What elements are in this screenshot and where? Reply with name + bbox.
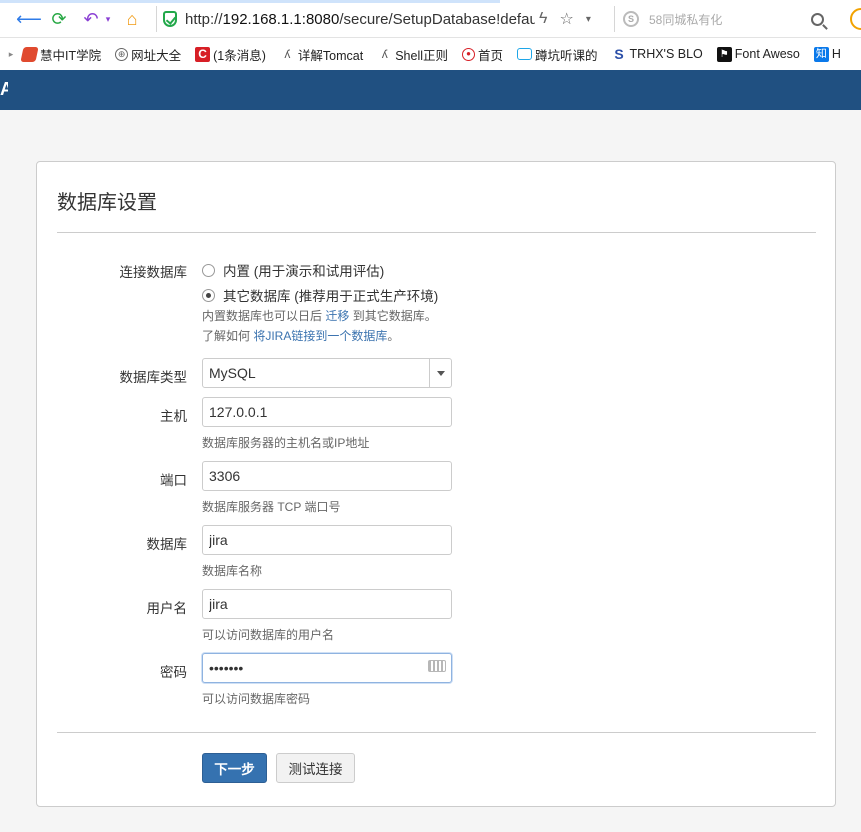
help-text: 了解如何 — [202, 329, 254, 343]
bookmarks-bar: ▸ 慧中IT学院 ⊕ 网址大全 C (1条消息) ʎ 详解Tomcat ʎ Shell正… — [0, 38, 861, 70]
database-help: 数据库名称 — [202, 564, 263, 578]
database-label: 数据库 — [146, 537, 188, 552]
back-arrow-icon[interactable]: ⟵ — [16, 8, 42, 30]
lightning-icon[interactable]: ϟ — [539, 10, 547, 28]
db-type-value: MySQL — [209, 365, 256, 381]
bookmark-item[interactable]: 知H — [813, 46, 841, 62]
undo-dropdown-icon[interactable]: ▾ — [97, 8, 119, 30]
home-icon[interactable]: ⌂ — [121, 8, 143, 30]
search-placeholder: 58同城私有化 — [649, 12, 723, 27]
chevron-down-icon[interactable] — [429, 359, 451, 387]
radio-builtin-label: 内置 (用于演示和试用评估) — [223, 264, 385, 279]
bookmark-item[interactable]: ʎ Shell正则 — [377, 45, 448, 64]
secure-shield-icon — [163, 11, 177, 27]
host-label: 主机 — [160, 409, 187, 424]
bookmarks-expand-icon[interactable]: ▸ — [0, 49, 22, 60]
url-text[interactable]: http://192.168.1.1:8080/secure/SetupData… — [185, 11, 535, 28]
database-setup-panel: 数据库设置 连接数据库 内置 (用于演示和试用评估) 其它数据库 (推荐用于正式… — [36, 161, 836, 807]
radio-other-db[interactable]: 其它数据库 (推荐用于正式生产环境) — [202, 285, 438, 305]
help-text: 到其它数据库。 — [349, 309, 437, 323]
port-input[interactable] — [202, 461, 452, 491]
bookmark-item[interactable]: ● 首页 — [462, 45, 503, 64]
weibo-icon: ● — [462, 47, 475, 61]
page-title: 数据库设置 — [57, 192, 157, 214]
bookmark-item[interactable]: 蹲坑听课的 — [517, 45, 598, 64]
url-dropdown-icon[interactable]: ▾ — [586, 14, 591, 25]
address-bar[interactable]: http://192.168.1.1:8080/secure/SetupData… — [156, 6, 610, 32]
bookmark-label: Shell正则 — [395, 48, 448, 63]
port-help: 数据库服务器 TCP 端口号 — [202, 500, 341, 514]
test-connection-button[interactable]: 测试连接 — [276, 753, 355, 783]
user-face-icon[interactable] — [850, 8, 861, 30]
bookmark-item[interactable]: S TRHX'S BLO — [612, 45, 703, 62]
username-label: 用户名 — [146, 601, 188, 616]
bookmark-item[interactable]: 慧中IT学院 — [20, 45, 102, 64]
bookmark-item[interactable]: C (1条消息) — [195, 45, 266, 64]
search-box[interactable]: S 58同城私有化 — [614, 6, 836, 32]
browser-toolbar: ⟵ ⟳ ↶ ▾ ⌂ http://192.168.1.1:8080/secure… — [0, 0, 861, 38]
url-path: /secure/SetupDatabase!defau — [339, 10, 535, 28]
bookmark-item[interactable]: ʎ 详解Tomcat — [280, 45, 363, 64]
host-help: 数据库服务器的主机名或IP地址 — [202, 436, 370, 450]
radio-builtin[interactable]: 内置 (用于演示和试用评估) — [202, 260, 384, 280]
keyboard-icon[interactable] — [428, 660, 446, 672]
zhihu-icon: 知 — [813, 46, 829, 62]
bilibili-tv-icon — [517, 48, 533, 60]
buttons-divider — [57, 732, 816, 733]
next-button[interactable]: 下一步 — [202, 753, 267, 783]
radio-builtin-circle[interactable] — [202, 263, 215, 277]
bookmark-label: TRHX'S BLO — [629, 47, 703, 61]
password-input[interactable] — [202, 653, 452, 683]
radio-other-db-label: 其它数据库 (推荐用于正式生产环境) — [223, 289, 439, 304]
db-type-label: 数据库类型 — [119, 370, 188, 385]
search-engine-icon[interactable]: S — [623, 11, 639, 27]
url-prefix: http:// — [185, 10, 223, 28]
connection-label: 连接数据库 — [119, 265, 188, 280]
trhx-s-icon: S — [614, 45, 624, 62]
password-label: 密码 — [160, 665, 187, 680]
bookmark-label: (1条消息) — [213, 48, 266, 63]
reload-icon[interactable]: ⟳ — [48, 8, 70, 30]
connect-db-link[interactable]: 将JIRA链接到一个数据库 — [253, 329, 387, 343]
bookmark-item[interactable]: ⊕ 网址大全 — [115, 45, 181, 64]
host-input[interactable] — [202, 397, 452, 427]
bookmark-label: H — [831, 47, 841, 61]
radio-other-db-circle[interactable] — [202, 288, 215, 302]
globe-icon: ⊕ — [115, 47, 129, 61]
port-label: 端口 — [160, 473, 187, 488]
jira-logo[interactable]: A — [0, 79, 8, 100]
bookmark-label: 网址大全 — [131, 48, 182, 63]
db-type-select[interactable]: MySQL — [202, 358, 452, 388]
connect-help: 了解如何 将JIRA链接到一个数据库。 — [202, 327, 399, 344]
bookmark-item[interactable]: ⚑ Font Aweso — [716, 46, 800, 62]
username-input[interactable] — [202, 589, 452, 619]
tab-strip-accent — [0, 0, 861, 3]
tomcat-icon: ʎ — [284, 46, 291, 61]
bookmark-label: 首页 — [478, 48, 504, 63]
bookmark-label: Font Aweso — [734, 47, 800, 61]
search-icon[interactable] — [811, 12, 824, 26]
jira-header: A — [0, 70, 861, 110]
url-host: 192.168.1.1:8080 — [222, 10, 340, 28]
password-help: 可以访问数据库密码 — [202, 692, 311, 706]
help-text: 内置数据库也可以日后 — [202, 309, 326, 323]
help-text: 。 — [387, 329, 400, 343]
flag-icon: ⚑ — [716, 46, 732, 62]
hz-logo-icon — [20, 46, 39, 62]
migrate-help: 内置数据库也可以日后 迁移 到其它数据库。 — [202, 307, 437, 324]
database-input[interactable] — [202, 525, 452, 555]
bookmark-label: 详解Tomcat — [297, 48, 364, 63]
bookmark-label: 慧中IT学院 — [40, 48, 102, 63]
bookmark-label: 蹲坑听课的 — [535, 48, 598, 63]
csdn-c-icon: C — [195, 46, 211, 62]
star-bookmark-icon[interactable]: ☆ — [559, 9, 573, 29]
title-divider — [57, 232, 816, 233]
shell-icon: ʎ — [381, 46, 388, 61]
migrate-link[interactable]: 迁移 — [325, 309, 349, 323]
username-help: 可以访问数据库的用户名 — [202, 628, 335, 642]
